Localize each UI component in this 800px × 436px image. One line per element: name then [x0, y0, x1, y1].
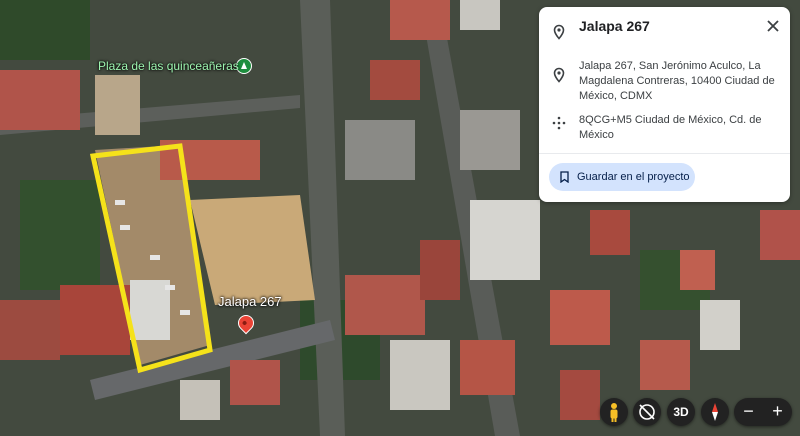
3d-toggle-button[interactable]: 3D [667, 398, 695, 426]
place-card: Jalapa 267 Jalapa 267, San Jerónimo Acul… [539, 7, 790, 202]
poi-label[interactable]: Plaza de las quinceañeras [98, 59, 239, 73]
bookmark-icon [560, 171, 569, 183]
location-pin-icon [553, 24, 565, 40]
save-to-project-label: Guardar en el proyecto [577, 171, 690, 183]
save-to-project-button[interactable]: Guardar en el proyecto [549, 163, 695, 191]
compass-button[interactable] [701, 398, 729, 426]
zoom-out-button[interactable]: − [734, 398, 763, 426]
compass-icon [712, 403, 718, 421]
pin-label[interactable]: Jalapa 267 [218, 294, 282, 309]
plus-code: 8QCG+M5 Ciudad de México, Cd. de México [579, 114, 762, 141]
tilt-button[interactable] [633, 398, 661, 426]
zoom-control: − + [734, 398, 792, 426]
place-address: Jalapa 267, San Jerónimo Aculco, La Magd… [579, 60, 775, 102]
plus-code-icon [552, 116, 566, 130]
tilt-icon [639, 404, 655, 420]
card-divider [539, 153, 790, 154]
close-icon[interactable] [764, 17, 782, 35]
zoom-in-button[interactable]: + [763, 398, 792, 426]
pegman-button[interactable] [600, 398, 628, 426]
pegman-icon [610, 403, 618, 422]
place-title: Jalapa 267 [579, 18, 650, 34]
address-pin-icon [553, 67, 565, 83]
